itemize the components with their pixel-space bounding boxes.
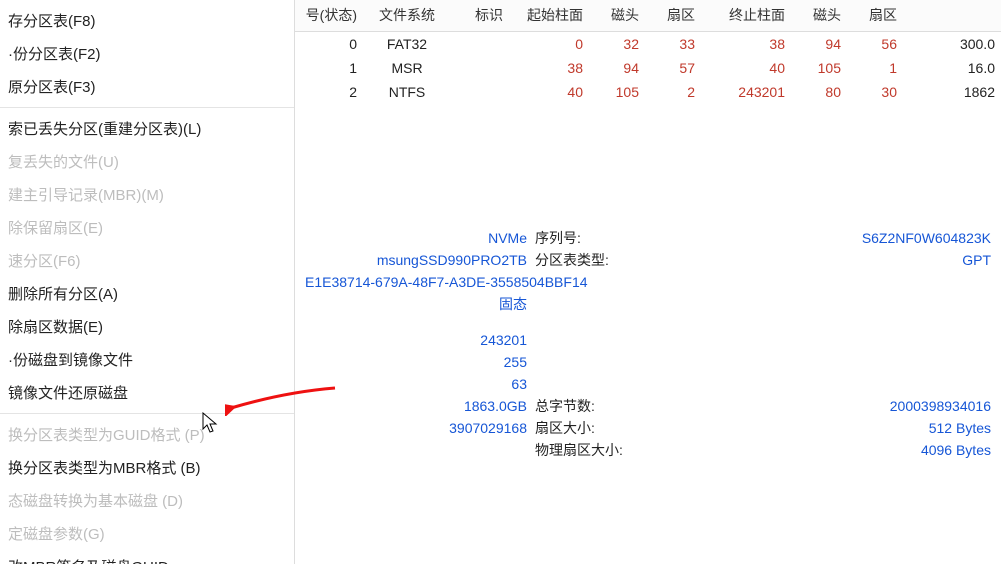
menu-item-rebuild-mbr: 建主引导记录(MBR)(M) [0,178,294,211]
sector-size-label: 扇区大小: [535,418,645,438]
disk-media-value: 固态 [499,296,527,312]
menu-item-backup-partition-table[interactable]: ·份分区表(F2) [0,37,294,70]
partition-table-header-row: 号(状态) 文件系统 标识 起始柱面 磁头 扇区 终止柱面 磁头 扇区 [295,0,1001,32]
disk-guid-value: E1E38714-679A-48F7-A3DE-3558504BBF14 [305,274,588,290]
col-head1[interactable]: 磁头 [589,0,645,32]
context-menu: 存分区表(F8) ·份分区表(F2) 原分区表(F3) 索已丢失分区(重建分区表… [0,0,295,564]
phys-sector-size-label: 物理扇区大小: [535,440,645,460]
col-start-cyl[interactable]: 起始柱面 [509,0,589,32]
sector-size-value: 512 Bytes [929,420,991,436]
main-panel: 号(状态) 文件系统 标识 起始柱面 磁头 扇区 终止柱面 磁头 扇区 0 FA… [295,0,1001,564]
capacity-value: 1863.0GB [464,398,527,414]
total-sectors-value: 3907029168 [449,420,527,436]
total-bytes-value: 2000398934016 [890,398,991,414]
disk-info-panel: NVMe 序列号: S6Z2NF0W604823K msungSSD990PRO… [295,228,1001,462]
partition-table[interactable]: 号(状态) 文件系统 标识 起始柱面 磁头 扇区 终止柱面 磁头 扇区 0 FA… [295,0,1001,104]
phys-sector-size-value: 4096 Bytes [921,442,991,458]
menu-item-backup-disk-to-image[interactable]: ·份磁盘到镜像文件 [0,343,294,376]
menu-item-change-mbr-signature-guid[interactable]: 改MBR签名及磁盘GUID [0,550,294,564]
total-bytes-label: 总字节数: [535,396,645,416]
serial-value: S6Z2NF0W604823K [862,230,991,246]
menu-item-dynamic-to-basic: 态磁盘转换为基本磁盘 (D) [0,484,294,517]
menu-item-erase-sectors[interactable]: 除扇区数据(E) [0,310,294,343]
disk-model-value: msungSSD990PRO2TB [377,252,527,268]
col-end-cyl[interactable]: 终止柱面 [701,0,791,32]
sectors-per-track-value: 63 [511,376,527,392]
cylinders-value: 243201 [480,332,527,348]
menu-item-restore-from-image[interactable]: 镜像文件还原磁盘 [0,376,294,409]
menu-separator [0,107,294,108]
menu-item-convert-to-mbr[interactable]: 换分区表类型为MBR格式 (B) [0,451,294,484]
col-flag[interactable]: 标识 [451,0,509,32]
col-capacity[interactable] [903,0,1001,32]
table-row[interactable]: 2 NTFS 40 105 2 243201 80 30 1862 [295,80,1001,104]
menu-item-quick-partition: 速分区(F6) [0,244,294,277]
pttype-label: 分区表类型: [535,250,645,270]
menu-item-set-disk-params: 定磁盘参数(G) [0,517,294,550]
col-filesystem[interactable]: 文件系统 [363,0,451,32]
table-row[interactable]: 0 FAT32 0 32 33 38 94 56 300.0 [295,32,1001,57]
pttype-value: GPT [962,252,991,268]
menu-item-restore-partition-table[interactable]: 原分区表(F3) [0,70,294,103]
disk-interface-value: NVMe [488,230,527,246]
heads-value: 255 [504,354,527,370]
menu-item-save-partition-table[interactable]: 存分区表(F8) [0,4,294,37]
menu-item-convert-to-guid: 换分区表类型为GUID格式 (P) [0,418,294,451]
menu-item-recover-files: 复丢失的文件(U) [0,145,294,178]
table-row[interactable]: 1 MSR 38 94 57 40 105 1 16.0 [295,56,1001,80]
menu-item-delete-all-partitions[interactable]: 删除所有分区(A) [0,277,294,310]
col-sector2[interactable]: 扇区 [847,0,903,32]
serial-label: 序列号: [535,228,645,248]
menu-item-clear-reserved-sectors: 除保留扇区(E) [0,211,294,244]
col-num-status[interactable]: 号(状态) [295,0,363,32]
col-sector1[interactable]: 扇区 [645,0,701,32]
col-head2[interactable]: 磁头 [791,0,847,32]
menu-item-search-lost-partitions[interactable]: 索已丢失分区(重建分区表)(L) [0,112,294,145]
menu-separator [0,413,294,414]
